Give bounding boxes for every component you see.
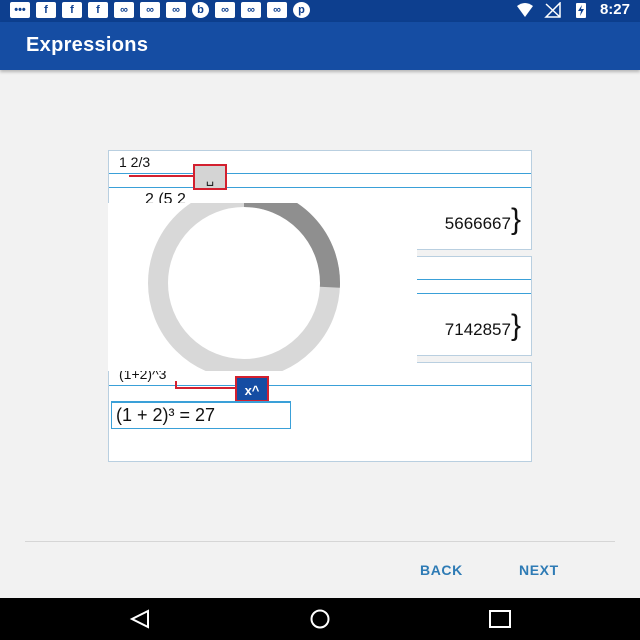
pointer-line: [129, 175, 193, 177]
closing-brace: }: [510, 309, 521, 342]
back-button[interactable]: BACK: [420, 562, 463, 578]
recents-nav-icon[interactable]: [487, 609, 513, 629]
expression-card-3: (1+2)^3 x^ (1 + 2)³ = 27: [108, 362, 532, 462]
message-icon: •••: [10, 2, 30, 18]
facebook-icon: f: [88, 2, 108, 18]
notification-icons: ••• f f f ∞ ∞ ∞ b ∞ ∞ ∞ p: [10, 2, 310, 18]
expression-input: 1 2/3: [117, 154, 153, 170]
spinner-progress-arc: [243, 187, 340, 288]
result-expression: (1 + 2)³ = 27: [111, 401, 291, 429]
result-topline: [109, 187, 531, 188]
pointer-line-vertical: [175, 381, 177, 389]
clock: 8:27: [599, 1, 630, 18]
loading-overlay: [108, 187, 417, 379]
status-right: 8:27: [516, 1, 630, 18]
signal-off-icon: [544, 1, 561, 18]
facebook-icon: f: [62, 2, 82, 18]
app-bar: Expressions: [0, 22, 640, 70]
pinterest-icon: p: [293, 2, 310, 18]
result-value: 7142857}: [444, 309, 521, 343]
infinity-icon: ∞: [114, 2, 134, 18]
back-nav-icon[interactable]: [128, 609, 152, 629]
wifi-icon: [516, 2, 533, 17]
infinity-icon: ∞: [140, 2, 160, 18]
input-underline: [109, 173, 531, 174]
result-value: 5666667}: [444, 203, 521, 237]
facebook-icon: f: [36, 2, 56, 18]
status-bar: ••• f f f ∞ ∞ ∞ b ∞ ∞ ∞ p 8:27: [0, 0, 640, 22]
loading-spinner-icon: [148, 187, 340, 379]
result-digits: 5666667: [444, 214, 511, 233]
system-nav-bar: [0, 598, 640, 640]
next-button[interactable]: NEXT: [519, 562, 559, 578]
infinity-icon: ∞: [241, 2, 261, 18]
pointer-line: [175, 387, 235, 389]
infinity-icon: ∞: [267, 2, 287, 18]
input-underline: [109, 385, 531, 386]
divider: [25, 541, 615, 542]
space-key-button[interactable]: ␣: [193, 164, 227, 190]
result-digits: 7142857: [444, 320, 511, 339]
infinity-icon: ∞: [215, 2, 235, 18]
b-icon: b: [192, 2, 209, 18]
infinity-icon: ∞: [166, 2, 186, 18]
battery-charging-icon: [575, 2, 586, 18]
page-title: Expressions: [26, 34, 149, 56]
closing-brace: }: [510, 203, 521, 236]
home-nav-icon[interactable]: [306, 609, 334, 629]
power-key-button[interactable]: x^: [235, 376, 269, 402]
